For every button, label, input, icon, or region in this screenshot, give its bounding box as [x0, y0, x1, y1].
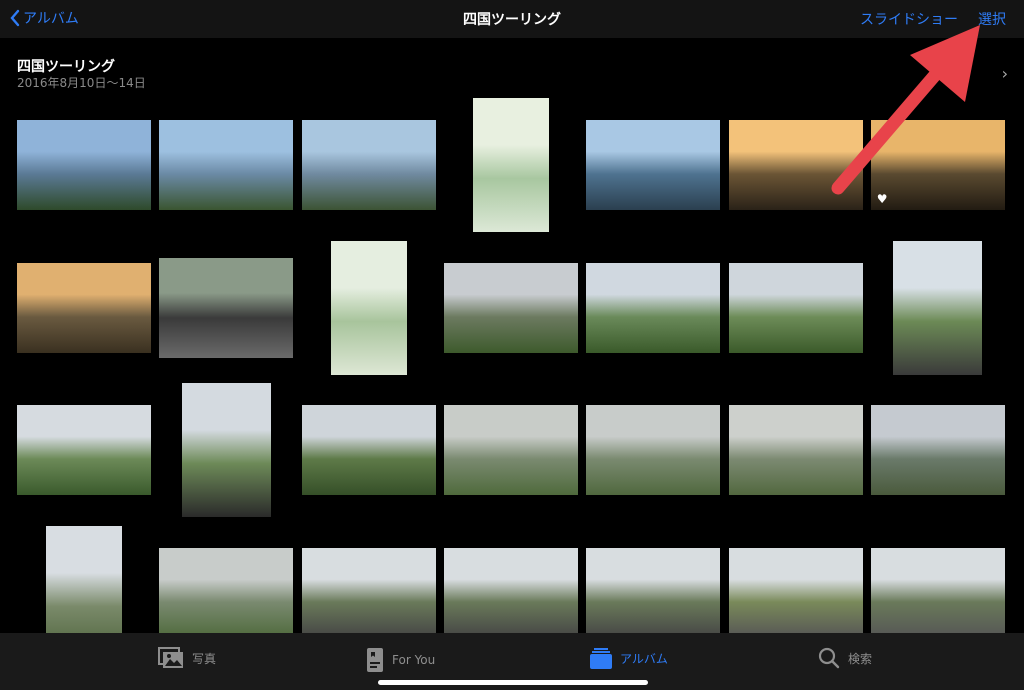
photo-cell[interactable]	[586, 241, 721, 375]
tab-label: 写真	[192, 651, 217, 666]
photo-thumbnail[interactable]	[472, 98, 549, 232]
photo-thumbnail[interactable]	[728, 405, 863, 495]
tab-label: For You	[392, 653, 436, 667]
tab-search[interactable]: 検索	[818, 647, 872, 669]
photo-thumbnail[interactable]	[893, 240, 983, 375]
photo-cell[interactable]	[443, 383, 578, 517]
photo-cell[interactable]	[159, 241, 294, 375]
photo-thumbnail[interactable]	[181, 383, 271, 517]
photo-cell[interactable]	[301, 383, 436, 517]
photo-thumbnail[interactable]	[17, 262, 151, 353]
tab-for-you[interactable]: For You	[366, 647, 435, 673]
photo-cell[interactable]	[871, 240, 1005, 375]
chevron-right-icon[interactable]: ›	[1002, 64, 1008, 83]
photo-thumbnail[interactable]	[159, 547, 294, 638]
tab-label: 検索	[848, 651, 873, 666]
photo-cell[interactable]	[159, 383, 293, 517]
photo-cell[interactable]	[586, 383, 721, 517]
album-title: 四国ツーリング	[17, 59, 115, 75]
photo-thumbnail[interactable]	[159, 257, 294, 358]
photo-thumbnail[interactable]	[159, 120, 294, 210]
photo-cell[interactable]	[17, 241, 151, 375]
photo-thumbnail[interactable]	[586, 547, 721, 638]
photo-thumbnail[interactable]	[443, 405, 578, 495]
home-indicator[interactable]	[378, 680, 648, 685]
photo-thumbnail[interactable]	[728, 262, 863, 353]
photo-thumbnail[interactable]	[870, 547, 1005, 638]
photo-thumbnail[interactable]	[586, 405, 721, 495]
photo-thumbnail[interactable]	[870, 405, 1005, 495]
photo-thumbnail[interactable]	[443, 262, 578, 353]
photo-thumbnail[interactable]	[728, 547, 863, 638]
photos-icon	[158, 647, 183, 668]
photo-cell[interactable]	[17, 98, 151, 232]
annotation-arrow-icon	[831, 25, 980, 195]
photo-cell[interactable]	[728, 241, 863, 375]
albums-icon	[590, 648, 612, 669]
photo-thumbnail[interactable]	[301, 547, 436, 638]
tab-photos[interactable]: 写真	[158, 647, 216, 669]
photo-thumbnail[interactable]	[301, 120, 436, 210]
photo-cell[interactable]	[586, 98, 721, 232]
tab-albums[interactable]: アルバム	[590, 647, 668, 669]
photo-cell[interactable]	[444, 98, 578, 232]
search-icon	[818, 647, 840, 669]
photo-thumbnail[interactable]	[586, 120, 721, 210]
photo-thumbnail[interactable]	[17, 405, 151, 495]
photo-thumbnail[interactable]	[586, 262, 721, 353]
photo-thumbnail[interactable]	[330, 240, 407, 375]
photo-cell[interactable]	[301, 98, 436, 232]
photo-cell[interactable]	[302, 240, 436, 375]
for-you-icon	[367, 648, 383, 672]
photo-cell[interactable]	[728, 383, 863, 517]
photo-thumbnail[interactable]	[17, 120, 151, 210]
photo-cell[interactable]	[17, 383, 151, 517]
photo-cell[interactable]	[443, 241, 578, 375]
photo-cell[interactable]	[870, 383, 1005, 517]
tab-label: アルバム	[620, 651, 668, 666]
album-date-range: 2016年8月10日〜14日	[17, 76, 146, 90]
photo-thumbnail[interactable]	[443, 547, 578, 638]
photo-thumbnail[interactable]	[301, 405, 436, 495]
photo-cell[interactable]	[159, 98, 294, 232]
